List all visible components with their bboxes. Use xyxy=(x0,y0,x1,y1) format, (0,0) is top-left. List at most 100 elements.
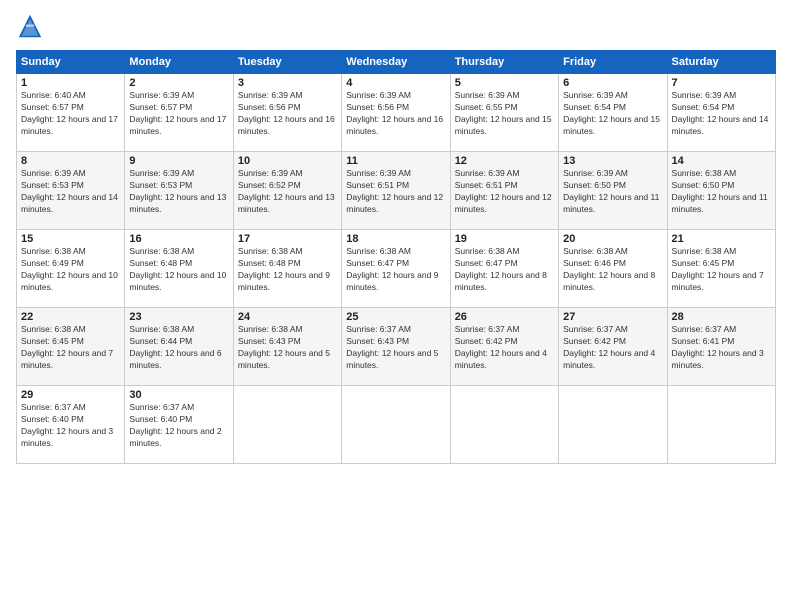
logo xyxy=(16,12,50,40)
day-number: 23 xyxy=(129,311,228,323)
calendar-cell: 22 Sunrise: 6:38 AMSunset: 6:45 PMDaylig… xyxy=(17,308,125,386)
day-number: 30 xyxy=(129,389,228,401)
calendar-day-header: Tuesday xyxy=(233,51,341,74)
calendar-cell: 11 Sunrise: 6:39 AMSunset: 6:51 PMDaylig… xyxy=(342,152,450,230)
calendar-cell: 28 Sunrise: 6:37 AMSunset: 6:41 PMDaylig… xyxy=(667,308,775,386)
day-info: Sunrise: 6:38 AMSunset: 6:47 PMDaylight:… xyxy=(346,246,438,292)
day-number: 12 xyxy=(455,155,554,167)
day-number: 13 xyxy=(563,155,662,167)
day-info: Sunrise: 6:39 AMSunset: 6:55 PMDaylight:… xyxy=(455,90,552,136)
calendar-cell: 10 Sunrise: 6:39 AMSunset: 6:52 PMDaylig… xyxy=(233,152,341,230)
day-info: Sunrise: 6:38 AMSunset: 6:49 PMDaylight:… xyxy=(21,246,118,292)
calendar-week-row: 15 Sunrise: 6:38 AMSunset: 6:49 PMDaylig… xyxy=(17,230,776,308)
day-info: Sunrise: 6:39 AMSunset: 6:54 PMDaylight:… xyxy=(563,90,660,136)
day-info: Sunrise: 6:38 AMSunset: 6:48 PMDaylight:… xyxy=(238,246,330,292)
calendar-table: SundayMondayTuesdayWednesdayThursdayFrid… xyxy=(16,50,776,464)
page-header xyxy=(16,12,776,40)
day-number: 14 xyxy=(672,155,771,167)
day-number: 28 xyxy=(672,311,771,323)
logo-icon xyxy=(16,12,44,40)
day-number: 20 xyxy=(563,233,662,245)
day-number: 9 xyxy=(129,155,228,167)
day-number: 2 xyxy=(129,77,228,89)
calendar-cell: 30 Sunrise: 6:37 AMSunset: 6:40 PMDaylig… xyxy=(125,386,233,464)
day-number: 26 xyxy=(455,311,554,323)
day-number: 5 xyxy=(455,77,554,89)
day-number: 7 xyxy=(672,77,771,89)
calendar-cell: 3 Sunrise: 6:39 AMSunset: 6:56 PMDayligh… xyxy=(233,74,341,152)
calendar-cell: 26 Sunrise: 6:37 AMSunset: 6:42 PMDaylig… xyxy=(450,308,558,386)
calendar-day-header: Saturday xyxy=(667,51,775,74)
calendar-cell: 16 Sunrise: 6:38 AMSunset: 6:48 PMDaylig… xyxy=(125,230,233,308)
day-info: Sunrise: 6:39 AMSunset: 6:53 PMDaylight:… xyxy=(21,168,118,214)
day-number: 16 xyxy=(129,233,228,245)
calendar-cell: 23 Sunrise: 6:38 AMSunset: 6:44 PMDaylig… xyxy=(125,308,233,386)
day-info: Sunrise: 6:37 AMSunset: 6:42 PMDaylight:… xyxy=(455,324,547,370)
day-info: Sunrise: 6:38 AMSunset: 6:50 PMDaylight:… xyxy=(672,168,768,214)
day-number: 10 xyxy=(238,155,337,167)
day-info: Sunrise: 6:38 AMSunset: 6:43 PMDaylight:… xyxy=(238,324,330,370)
calendar-cell: 24 Sunrise: 6:38 AMSunset: 6:43 PMDaylig… xyxy=(233,308,341,386)
day-number: 24 xyxy=(238,311,337,323)
calendar-cell: 7 Sunrise: 6:39 AMSunset: 6:54 PMDayligh… xyxy=(667,74,775,152)
day-info: Sunrise: 6:38 AMSunset: 6:46 PMDaylight:… xyxy=(563,246,655,292)
calendar-cell: 4 Sunrise: 6:39 AMSunset: 6:56 PMDayligh… xyxy=(342,74,450,152)
calendar-cell: 27 Sunrise: 6:37 AMSunset: 6:42 PMDaylig… xyxy=(559,308,667,386)
day-info: Sunrise: 6:39 AMSunset: 6:51 PMDaylight:… xyxy=(346,168,443,214)
day-number: 11 xyxy=(346,155,445,167)
day-number: 22 xyxy=(21,311,120,323)
calendar-cell: 9 Sunrise: 6:39 AMSunset: 6:53 PMDayligh… xyxy=(125,152,233,230)
day-number: 15 xyxy=(21,233,120,245)
calendar-cell: 14 Sunrise: 6:38 AMSunset: 6:50 PMDaylig… xyxy=(667,152,775,230)
day-number: 4 xyxy=(346,77,445,89)
calendar-cell xyxy=(667,386,775,464)
day-info: Sunrise: 6:37 AMSunset: 6:41 PMDaylight:… xyxy=(672,324,764,370)
day-info: Sunrise: 6:38 AMSunset: 6:48 PMDaylight:… xyxy=(129,246,226,292)
day-info: Sunrise: 6:38 AMSunset: 6:45 PMDaylight:… xyxy=(672,246,764,292)
calendar-cell: 6 Sunrise: 6:39 AMSunset: 6:54 PMDayligh… xyxy=(559,74,667,152)
day-info: Sunrise: 6:38 AMSunset: 6:45 PMDaylight:… xyxy=(21,324,113,370)
day-number: 21 xyxy=(672,233,771,245)
calendar-cell: 20 Sunrise: 6:38 AMSunset: 6:46 PMDaylig… xyxy=(559,230,667,308)
calendar-cell: 17 Sunrise: 6:38 AMSunset: 6:48 PMDaylig… xyxy=(233,230,341,308)
calendar-cell: 5 Sunrise: 6:39 AMSunset: 6:55 PMDayligh… xyxy=(450,74,558,152)
calendar-cell: 13 Sunrise: 6:39 AMSunset: 6:50 PMDaylig… xyxy=(559,152,667,230)
day-info: Sunrise: 6:39 AMSunset: 6:54 PMDaylight:… xyxy=(672,90,769,136)
calendar-cell: 18 Sunrise: 6:38 AMSunset: 6:47 PMDaylig… xyxy=(342,230,450,308)
calendar-cell: 2 Sunrise: 6:39 AMSunset: 6:57 PMDayligh… xyxy=(125,74,233,152)
calendar-cell: 8 Sunrise: 6:39 AMSunset: 6:53 PMDayligh… xyxy=(17,152,125,230)
day-info: Sunrise: 6:39 AMSunset: 6:56 PMDaylight:… xyxy=(238,90,335,136)
day-number: 17 xyxy=(238,233,337,245)
day-info: Sunrise: 6:39 AMSunset: 6:56 PMDaylight:… xyxy=(346,90,443,136)
day-info: Sunrise: 6:39 AMSunset: 6:50 PMDaylight:… xyxy=(563,168,659,214)
calendar-cell xyxy=(233,386,341,464)
day-info: Sunrise: 6:37 AMSunset: 6:43 PMDaylight:… xyxy=(346,324,438,370)
calendar-cell xyxy=(559,386,667,464)
day-info: Sunrise: 6:39 AMSunset: 6:53 PMDaylight:… xyxy=(129,168,226,214)
calendar-day-header: Thursday xyxy=(450,51,558,74)
calendar-week-row: 22 Sunrise: 6:38 AMSunset: 6:45 PMDaylig… xyxy=(17,308,776,386)
calendar-day-header: Sunday xyxy=(17,51,125,74)
day-number: 3 xyxy=(238,77,337,89)
day-info: Sunrise: 6:38 AMSunset: 6:47 PMDaylight:… xyxy=(455,246,547,292)
day-info: Sunrise: 6:39 AMSunset: 6:51 PMDaylight:… xyxy=(455,168,552,214)
calendar-cell: 12 Sunrise: 6:39 AMSunset: 6:51 PMDaylig… xyxy=(450,152,558,230)
calendar-cell: 15 Sunrise: 6:38 AMSunset: 6:49 PMDaylig… xyxy=(17,230,125,308)
calendar-week-row: 8 Sunrise: 6:39 AMSunset: 6:53 PMDayligh… xyxy=(17,152,776,230)
day-number: 29 xyxy=(21,389,120,401)
calendar-cell xyxy=(342,386,450,464)
calendar-cell: 29 Sunrise: 6:37 AMSunset: 6:40 PMDaylig… xyxy=(17,386,125,464)
calendar-cell xyxy=(450,386,558,464)
calendar-cell: 25 Sunrise: 6:37 AMSunset: 6:43 PMDaylig… xyxy=(342,308,450,386)
day-number: 19 xyxy=(455,233,554,245)
calendar-cell: 19 Sunrise: 6:38 AMSunset: 6:47 PMDaylig… xyxy=(450,230,558,308)
day-info: Sunrise: 6:38 AMSunset: 6:44 PMDaylight:… xyxy=(129,324,221,370)
day-number: 8 xyxy=(21,155,120,167)
day-info: Sunrise: 6:37 AMSunset: 6:40 PMDaylight:… xyxy=(21,402,113,448)
day-number: 27 xyxy=(563,311,662,323)
day-number: 1 xyxy=(21,77,120,89)
day-info: Sunrise: 6:40 AMSunset: 6:57 PMDaylight:… xyxy=(21,90,118,136)
day-number: 6 xyxy=(563,77,662,89)
calendar-week-row: 1 Sunrise: 6:40 AMSunset: 6:57 PMDayligh… xyxy=(17,74,776,152)
calendar-cell: 21 Sunrise: 6:38 AMSunset: 6:45 PMDaylig… xyxy=(667,230,775,308)
